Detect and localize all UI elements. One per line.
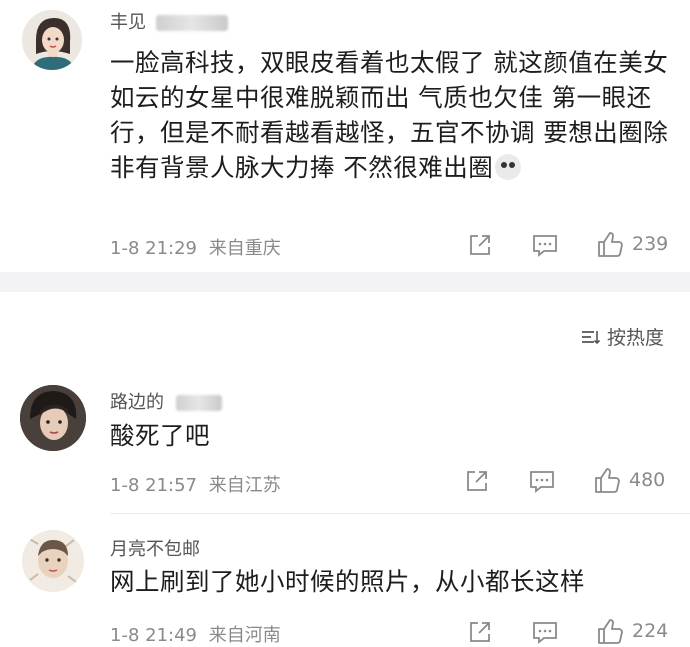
like-icon [598,619,623,644]
comment-time: 1-8 21:29 [110,238,197,259]
reply-button[interactable] [532,233,558,257]
comment-divider [110,513,690,514]
avatar[interactable] [22,530,84,592]
comment-time: 1-8 21:57 [110,475,197,496]
share-button[interactable] [465,469,489,493]
avatar[interactable] [22,10,82,70]
comment-content: 一脸高科技，双眼皮看着也太假了 就这颜值在美女如云的女星中很难脱颖而出 气质也欠… [110,45,670,185]
comment-text: 一脸高科技，双眼皮看着也太假了 就这颜值在美女如云的女星中很难脱颖而出 气质也欠… [110,48,669,182]
reply-button[interactable] [529,469,555,493]
comment-location: 来自江苏 [208,475,281,496]
like-count: 224 [632,620,669,642]
share-icon [470,235,490,255]
sort-label: 按热度 [606,327,664,349]
reply-button[interactable] [532,620,558,644]
comment-card: 丰见 一脸高科技，双眼皮看着也太假了 就这颜值在美女如云的女星中很难脱颖而出 气… [0,0,690,270]
sort-toggle[interactable]: 按热度 [581,323,664,350]
username[interactable]: 丰见 [110,8,228,34]
comment-text: 酸死了吧 [110,421,210,450]
like-button[interactable]: 224 [596,617,668,645]
username-redaction [155,15,228,31]
section-gap [0,272,690,292]
share-button[interactable] [468,233,492,257]
comment-meta: 1-8 21:49 来自河南 [110,621,281,647]
like-count: 480 [629,469,666,491]
username-text: 路边的 [110,392,164,413]
like-icon [595,468,620,493]
username-redaction [175,395,222,411]
avatar[interactable] [20,385,86,451]
comment-meta: 1-8 21:57 来自江苏 [110,471,281,497]
like-button[interactable]: 480 [593,466,665,494]
username-text: 丰见 [110,12,146,33]
comment-icon [533,622,557,644]
comment-content: 网上刷到了她小时候的照片，从小都长这样 [110,564,585,599]
share-icon [467,471,487,491]
comment-meta: 1-8 21:29 来自重庆 [110,234,281,260]
like-button[interactable]: 239 [596,230,668,258]
sticker-emoji-icon [495,154,522,180]
username-text: 月亮不包邮 [110,539,200,560]
comment-content: 酸死了吧 [110,418,210,453]
like-count: 239 [632,233,669,255]
comment-text: 网上刷到了她小时候的照片，从小都长这样 [110,567,585,596]
share-button[interactable] [468,620,492,644]
sort-icon [581,330,601,344]
comment-location: 来自重庆 [208,238,281,259]
username[interactable]: 路边的 [110,388,222,414]
username[interactable]: 月亮不包邮 [110,535,200,561]
like-icon [598,232,623,257]
comment-icon [530,471,554,493]
share-icon [470,622,490,642]
comment-icon [533,235,557,257]
